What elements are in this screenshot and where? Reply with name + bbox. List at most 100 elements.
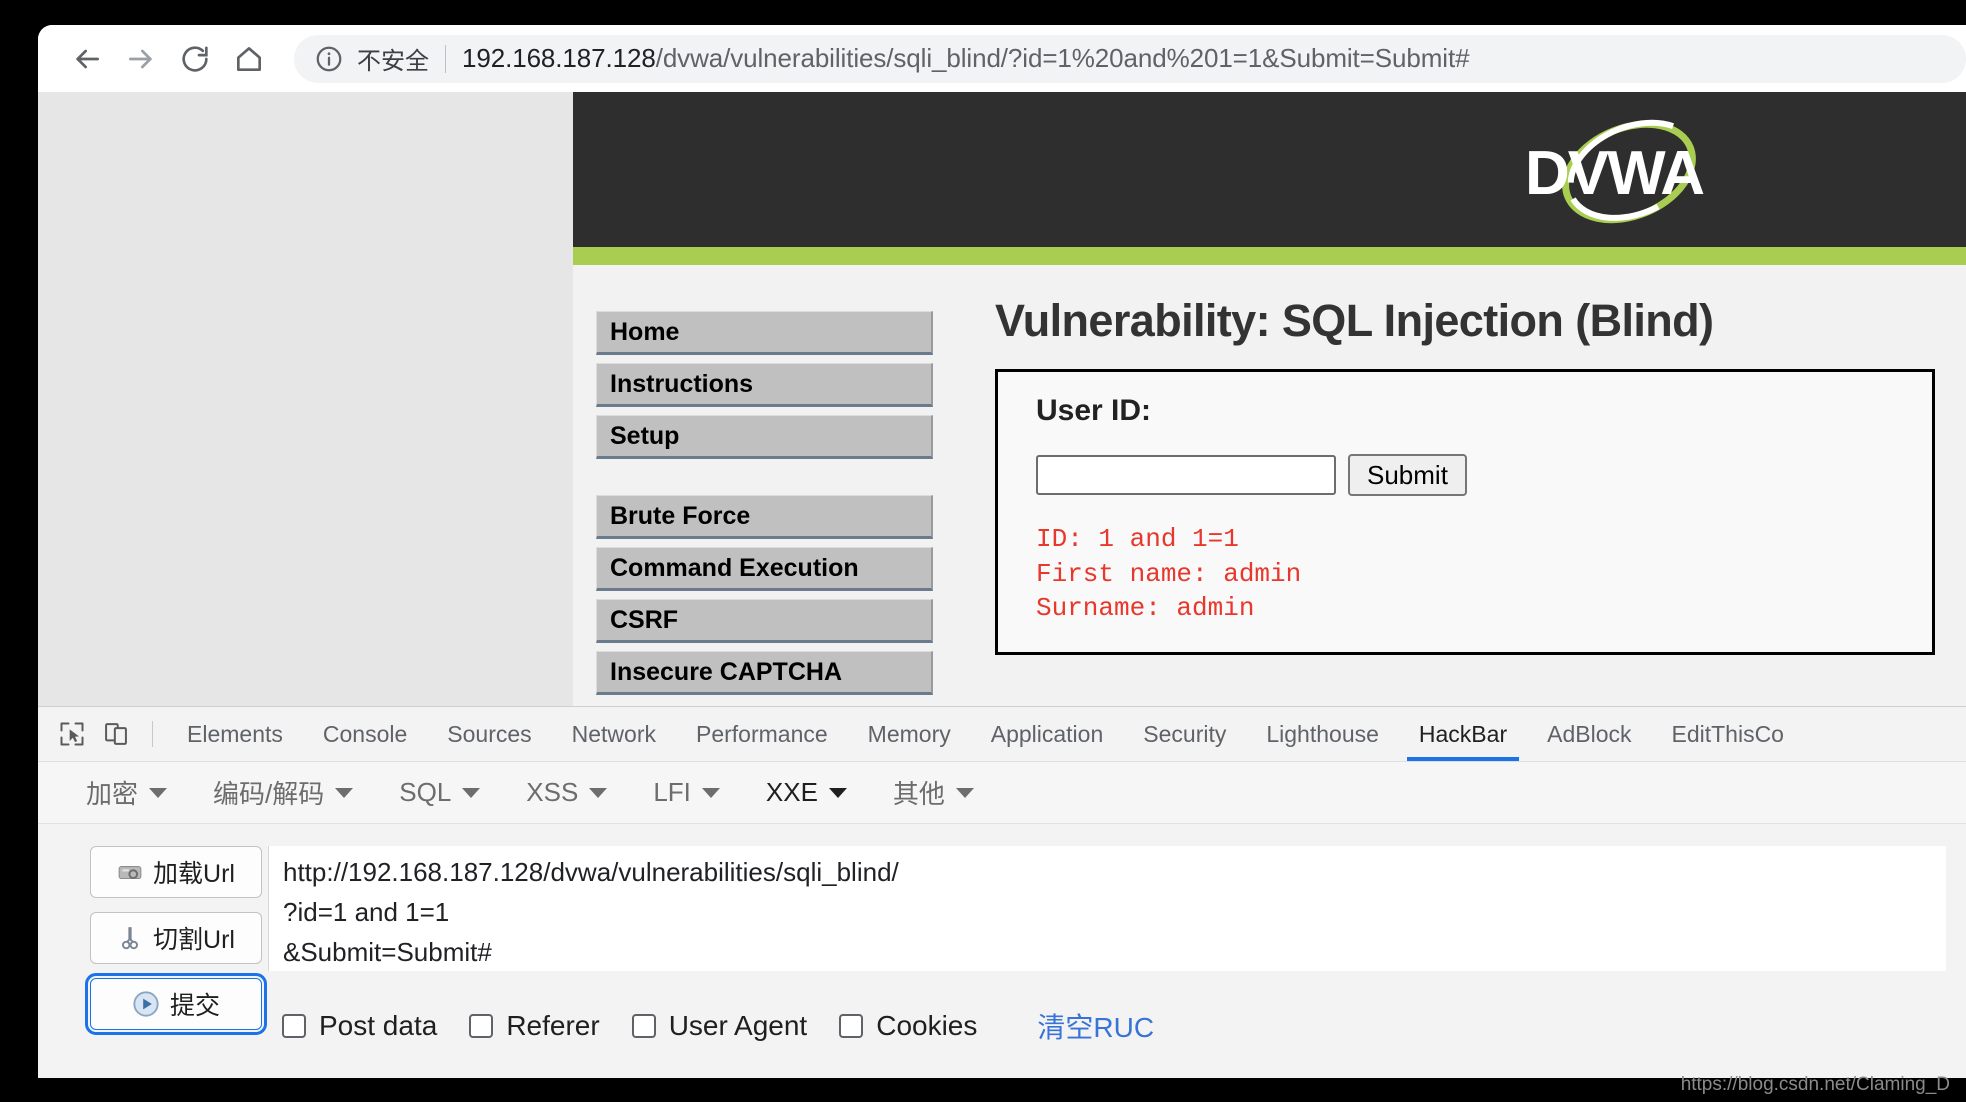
hackbar-menu-xss[interactable]: XSS — [526, 777, 608, 808]
sidebar-item-setup[interactable]: Setup — [596, 415, 933, 459]
submit-button[interactable]: Submit — [1348, 454, 1467, 496]
reload-icon[interactable] — [168, 32, 222, 86]
tab-elements[interactable]: Elements — [167, 707, 303, 761]
user-id-input[interactable] — [1036, 455, 1336, 495]
address-bar[interactable]: 不安全 192.168.187.128/dvwa/vulnerabilities… — [294, 34, 1966, 83]
hackbar-request-area: Post data Referer User Agent Cookie — [268, 846, 1966, 1046]
hackbar-menu-lfi-label: LFI — [653, 777, 691, 807]
devtools-tabbar: Elements Console Sources Network Perform… — [38, 707, 1966, 762]
hackbar-options-row: Post data Referer User Agent Cookies 清空R… — [268, 1006, 1946, 1046]
scissors-icon — [117, 925, 143, 951]
page-viewport: DVWA Home Instructions Setup Brute Force… — [38, 92, 1966, 706]
sidebar-item-csrf[interactable]: CSRF — [596, 599, 933, 643]
url-text: 192.168.187.128/dvwa/vulnerabilities/sql… — [462, 43, 1470, 74]
hackbar-menu-other[interactable]: 其他 — [893, 774, 974, 811]
sidebar-item-insecure-captcha[interactable]: Insecure CAPTCHA — [596, 651, 933, 695]
split-url-button-label: 切割Url — [153, 926, 235, 954]
hackbar-menu-encode-decode[interactable]: 编码/解码 — [213, 774, 354, 811]
vulnerability-panel: User ID: Submit ID: 1 and 1=1 First name… — [995, 369, 1935, 655]
user-agent-checkbox[interactable]: User Agent — [631, 1010, 808, 1042]
forward-icon[interactable] — [114, 32, 168, 86]
url-path: /dvwa/vulnerabilities/sqli_blind/?id=1%2… — [655, 43, 1470, 73]
execute-button[interactable]: 提交 — [85, 973, 267, 1035]
tab-application[interactable]: Application — [971, 707, 1124, 761]
load-url-button-label: 加载Url — [153, 860, 235, 888]
devtools-toolbar-divider — [152, 721, 153, 747]
post-data-checkbox[interactable]: Post data — [282, 1010, 437, 1042]
cookies-label: Cookies — [876, 1010, 978, 1041]
watermark: https://blog.csdn.net/Claming_D — [1680, 1074, 1950, 1095]
tab-network[interactable]: Network — [552, 707, 676, 761]
tab-lighthouse[interactable]: Lighthouse — [1246, 707, 1399, 761]
checkbox-icon[interactable] — [631, 1014, 656, 1038]
chevron-down-icon — [701, 787, 720, 798]
request-url-textarea[interactable] — [268, 846, 1946, 971]
accent-bar — [573, 247, 1966, 265]
chevron-down-icon — [828, 787, 847, 798]
screen: 不安全 192.168.187.128/dvwa/vulnerabilities… — [0, 0, 1966, 1102]
sidebar-item-home[interactable]: Home — [596, 311, 933, 355]
hackbar-menu-sql-label: SQL — [399, 777, 452, 807]
referer-checkbox[interactable]: Referer — [469, 1010, 600, 1042]
security-status-label: 不安全 — [357, 48, 429, 75]
home-icon[interactable] — [222, 32, 276, 86]
tab-security[interactable]: Security — [1123, 707, 1246, 761]
tab-hackbar[interactable]: HackBar — [1399, 707, 1527, 761]
referer-label: Referer — [506, 1010, 600, 1041]
sidebar-item-instructions[interactable]: Instructions — [596, 363, 933, 407]
back-icon[interactable] — [60, 32, 114, 86]
info-circle-icon[interactable] — [314, 44, 344, 74]
hackbar-menu-encode-decode-label: 编码/解码 — [213, 779, 325, 809]
chevron-down-icon — [335, 787, 354, 798]
hackbar-menu-xxe-label: XXE — [765, 777, 818, 807]
tab-sources[interactable]: Sources — [427, 707, 551, 761]
checkbox-icon[interactable] — [469, 1014, 494, 1038]
load-url-button[interactable]: 加载Url — [90, 846, 262, 898]
tab-editthiscookie[interactable]: EditThisCo — [1651, 707, 1803, 761]
user-id-label: User ID: — [1036, 394, 1152, 427]
svg-text:DVWA: DVWA — [1525, 139, 1704, 208]
hackbar-menu-other-label: 其他 — [892, 779, 945, 809]
sqli-result-line-1: ID: 1 and 1=1 — [1036, 524, 1239, 554]
page-main: Home Instructions Setup Brute Force Comm… — [573, 265, 1966, 706]
devtools-panel: Elements Console Sources Network Perform… — [38, 706, 1966, 1078]
dvwa-logo-icon: DVWA — [1511, 114, 1721, 229]
clear-ruc-link[interactable]: 清空RUC — [1037, 1006, 1154, 1046]
tab-memory[interactable]: Memory — [848, 707, 971, 761]
user-agent-label: User Agent — [668, 1010, 808, 1041]
hackbar-menu-encrypt-label: 加密 — [86, 779, 139, 809]
hackbar-actions: 加载Url 切割Url 提交 — [38, 846, 268, 1046]
post-data-label: Post data — [319, 1010, 438, 1041]
inspect-element-icon[interactable] — [50, 712, 94, 756]
device-toolbar-icon[interactable] — [94, 712, 138, 756]
tab-adblock[interactable]: AdBlock — [1527, 707, 1651, 761]
dvwa-sidebar: Home Instructions Setup Brute Force Comm… — [573, 265, 933, 706]
chevron-down-icon — [149, 787, 168, 798]
browser-toolbar: 不安全 192.168.187.128/dvwa/vulnerabilities… — [38, 25, 1966, 92]
hackbar-menu-lfi[interactable]: LFI — [653, 777, 720, 808]
hackbar-menubar: 加密 编码/解码 SQL XSS LFI XXE 其他 — [38, 762, 1966, 824]
chevron-down-icon — [955, 787, 974, 798]
hackbar-menu-sql[interactable]: SQL — [399, 777, 481, 808]
tab-performance[interactable]: Performance — [676, 707, 848, 761]
split-url-button[interactable]: 切割Url — [90, 912, 262, 964]
hackbar-menu-encrypt[interactable]: 加密 — [86, 774, 168, 811]
chevron-down-icon — [589, 787, 608, 798]
sidebar-item-command-execution[interactable]: Command Execution — [596, 547, 933, 591]
page-title: Vulnerability: SQL Injection (Blind) — [995, 295, 1714, 346]
sqli-result-line-3: Surname: admin — [1036, 593, 1255, 624]
dvwa-header: DVWA — [573, 92, 1966, 247]
checkbox-icon[interactable] — [839, 1014, 864, 1038]
browser-window: 不安全 192.168.187.128/dvwa/vulnerabilities… — [38, 25, 1966, 1078]
user-id-form: Submit — [1036, 454, 1906, 496]
dvwa-content: Vulnerability: SQL Injection (Blind) Use… — [933, 265, 1966, 706]
hackbar-body: 加载Url 切割Url 提交 http://192.168.187.128/dv… — [38, 824, 1966, 1046]
chevron-down-icon — [462, 787, 481, 798]
checkbox-icon[interactable] — [282, 1014, 306, 1038]
tab-console[interactable]: Console — [303, 707, 427, 761]
execute-button-label: 提交 — [169, 992, 220, 1020]
cookies-checkbox[interactable]: Cookies — [839, 1010, 977, 1042]
sidebar-item-brute-force[interactable]: Brute Force — [596, 495, 933, 539]
hackbar-menu-xxe[interactable]: XXE — [766, 777, 847, 808]
